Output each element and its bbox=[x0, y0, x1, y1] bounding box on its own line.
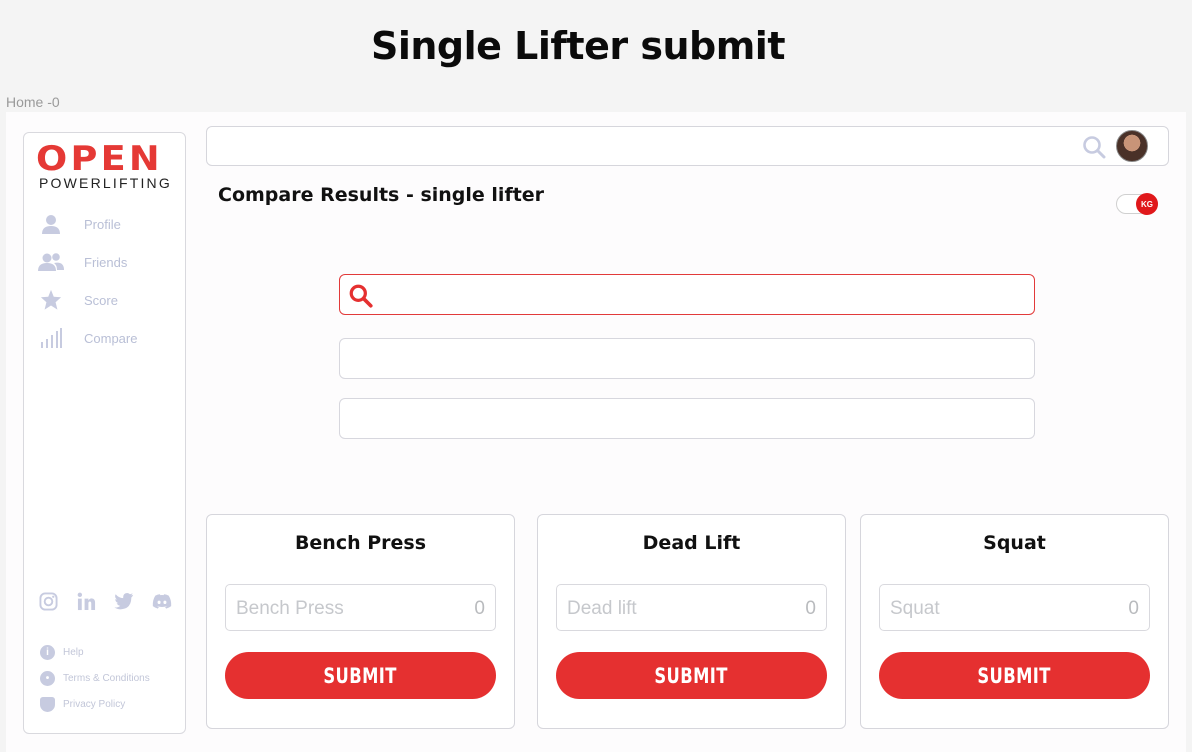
discord-icon[interactable] bbox=[152, 591, 172, 611]
terms-link[interactable]: • Terms & Conditions bbox=[40, 665, 150, 691]
lifter-field-2[interactable] bbox=[339, 338, 1035, 379]
avatar[interactable] bbox=[1116, 130, 1148, 162]
dead-lift-card: Dead Lift Dead lift 0 SUBMIT bbox=[537, 514, 846, 729]
squat-input[interactable]: Squat 0 bbox=[879, 584, 1150, 631]
help-link[interactable]: i Help bbox=[40, 639, 150, 665]
social-links bbox=[38, 591, 172, 611]
input-placeholder: Dead lift bbox=[567, 598, 637, 619]
squat-submit-button[interactable]: SUBMIT bbox=[879, 652, 1150, 699]
sidebar-item-label: Compare bbox=[84, 330, 138, 346]
input-placeholder: Squat bbox=[890, 598, 940, 619]
app-frame: OPEN POWERLIFTING Profile Friends Score … bbox=[6, 112, 1186, 752]
shield-icon bbox=[40, 696, 55, 712]
privacy-link-label: Privacy Policy bbox=[63, 698, 126, 710]
lifter-search-field[interactable] bbox=[339, 274, 1035, 315]
twitter-icon[interactable] bbox=[114, 591, 134, 611]
terms-icon: • bbox=[40, 670, 55, 686]
bench-press-submit-button[interactable]: SUBMIT bbox=[225, 652, 496, 699]
submit-label: SUBMIT bbox=[323, 663, 398, 688]
card-title: Dead Lift bbox=[642, 532, 741, 554]
sidebar-nav: Profile Friends Score Compare bbox=[38, 205, 178, 357]
input-value: 0 bbox=[474, 598, 485, 619]
sidebar-item-profile[interactable]: Profile bbox=[38, 205, 178, 243]
bench-press-card: Bench Press Bench Press 0 SUBMIT bbox=[206, 514, 515, 729]
bar-chart-icon bbox=[38, 327, 64, 349]
sidebar-item-label: Friends bbox=[84, 254, 128, 270]
section-title: Compare Results - single lifter bbox=[218, 184, 545, 206]
user-icon bbox=[38, 213, 64, 235]
lifter-input-3[interactable] bbox=[340, 399, 1034, 438]
lifter-search-input[interactable] bbox=[340, 275, 1034, 314]
card-title: Bench Press bbox=[294, 532, 427, 554]
dead-lift-submit-button[interactable]: SUBMIT bbox=[556, 652, 827, 699]
search-icon bbox=[348, 283, 374, 314]
squat-card: Squat Squat 0 SUBMIT bbox=[860, 514, 1169, 729]
unit-toggle-label: KG bbox=[1136, 193, 1158, 215]
star-icon bbox=[38, 289, 64, 311]
sidebar-item-score[interactable]: Score bbox=[38, 281, 178, 319]
linkedin-icon[interactable] bbox=[76, 591, 96, 611]
footer-links: i Help • Terms & Conditions Privacy Poli… bbox=[40, 639, 150, 717]
submit-label: SUBMIT bbox=[977, 663, 1052, 688]
sidebar-item-friends[interactable]: Friends bbox=[38, 243, 178, 281]
unit-toggle[interactable]: KG bbox=[1116, 193, 1158, 215]
sidebar-item-label: Profile bbox=[84, 216, 121, 232]
dead-lift-input[interactable]: Dead lift 0 bbox=[556, 584, 827, 631]
help-link-label: Help bbox=[63, 646, 84, 658]
instagram-icon[interactable] bbox=[38, 591, 58, 611]
page-title: Single Lifter submit bbox=[370, 24, 786, 68]
lifter-input-2[interactable] bbox=[340, 339, 1034, 378]
card-title: Squat bbox=[983, 532, 1046, 554]
logo-main: OPEN bbox=[36, 139, 163, 179]
submit-label: SUBMIT bbox=[654, 663, 729, 688]
input-value: 0 bbox=[805, 598, 816, 619]
input-value: 0 bbox=[1128, 598, 1139, 619]
friends-icon bbox=[38, 251, 64, 273]
sidebar-item-compare[interactable]: Compare bbox=[38, 319, 178, 357]
search-icon[interactable] bbox=[1082, 135, 1106, 164]
logo[interactable]: OPEN POWERLIFTING bbox=[36, 141, 176, 191]
privacy-link[interactable]: Privacy Policy bbox=[40, 691, 150, 717]
sidebar-item-label: Score bbox=[84, 292, 118, 308]
frame-label: Home -0 bbox=[6, 94, 60, 110]
info-icon: i bbox=[40, 644, 55, 660]
bench-press-input[interactable]: Bench Press 0 bbox=[225, 584, 496, 631]
lifter-field-3[interactable] bbox=[339, 398, 1035, 439]
sidebar: OPEN POWERLIFTING Profile Friends Score … bbox=[23, 132, 186, 734]
terms-link-label: Terms & Conditions bbox=[63, 672, 150, 684]
input-placeholder: Bench Press bbox=[236, 598, 344, 619]
top-search-bar[interactable] bbox=[206, 126, 1169, 166]
